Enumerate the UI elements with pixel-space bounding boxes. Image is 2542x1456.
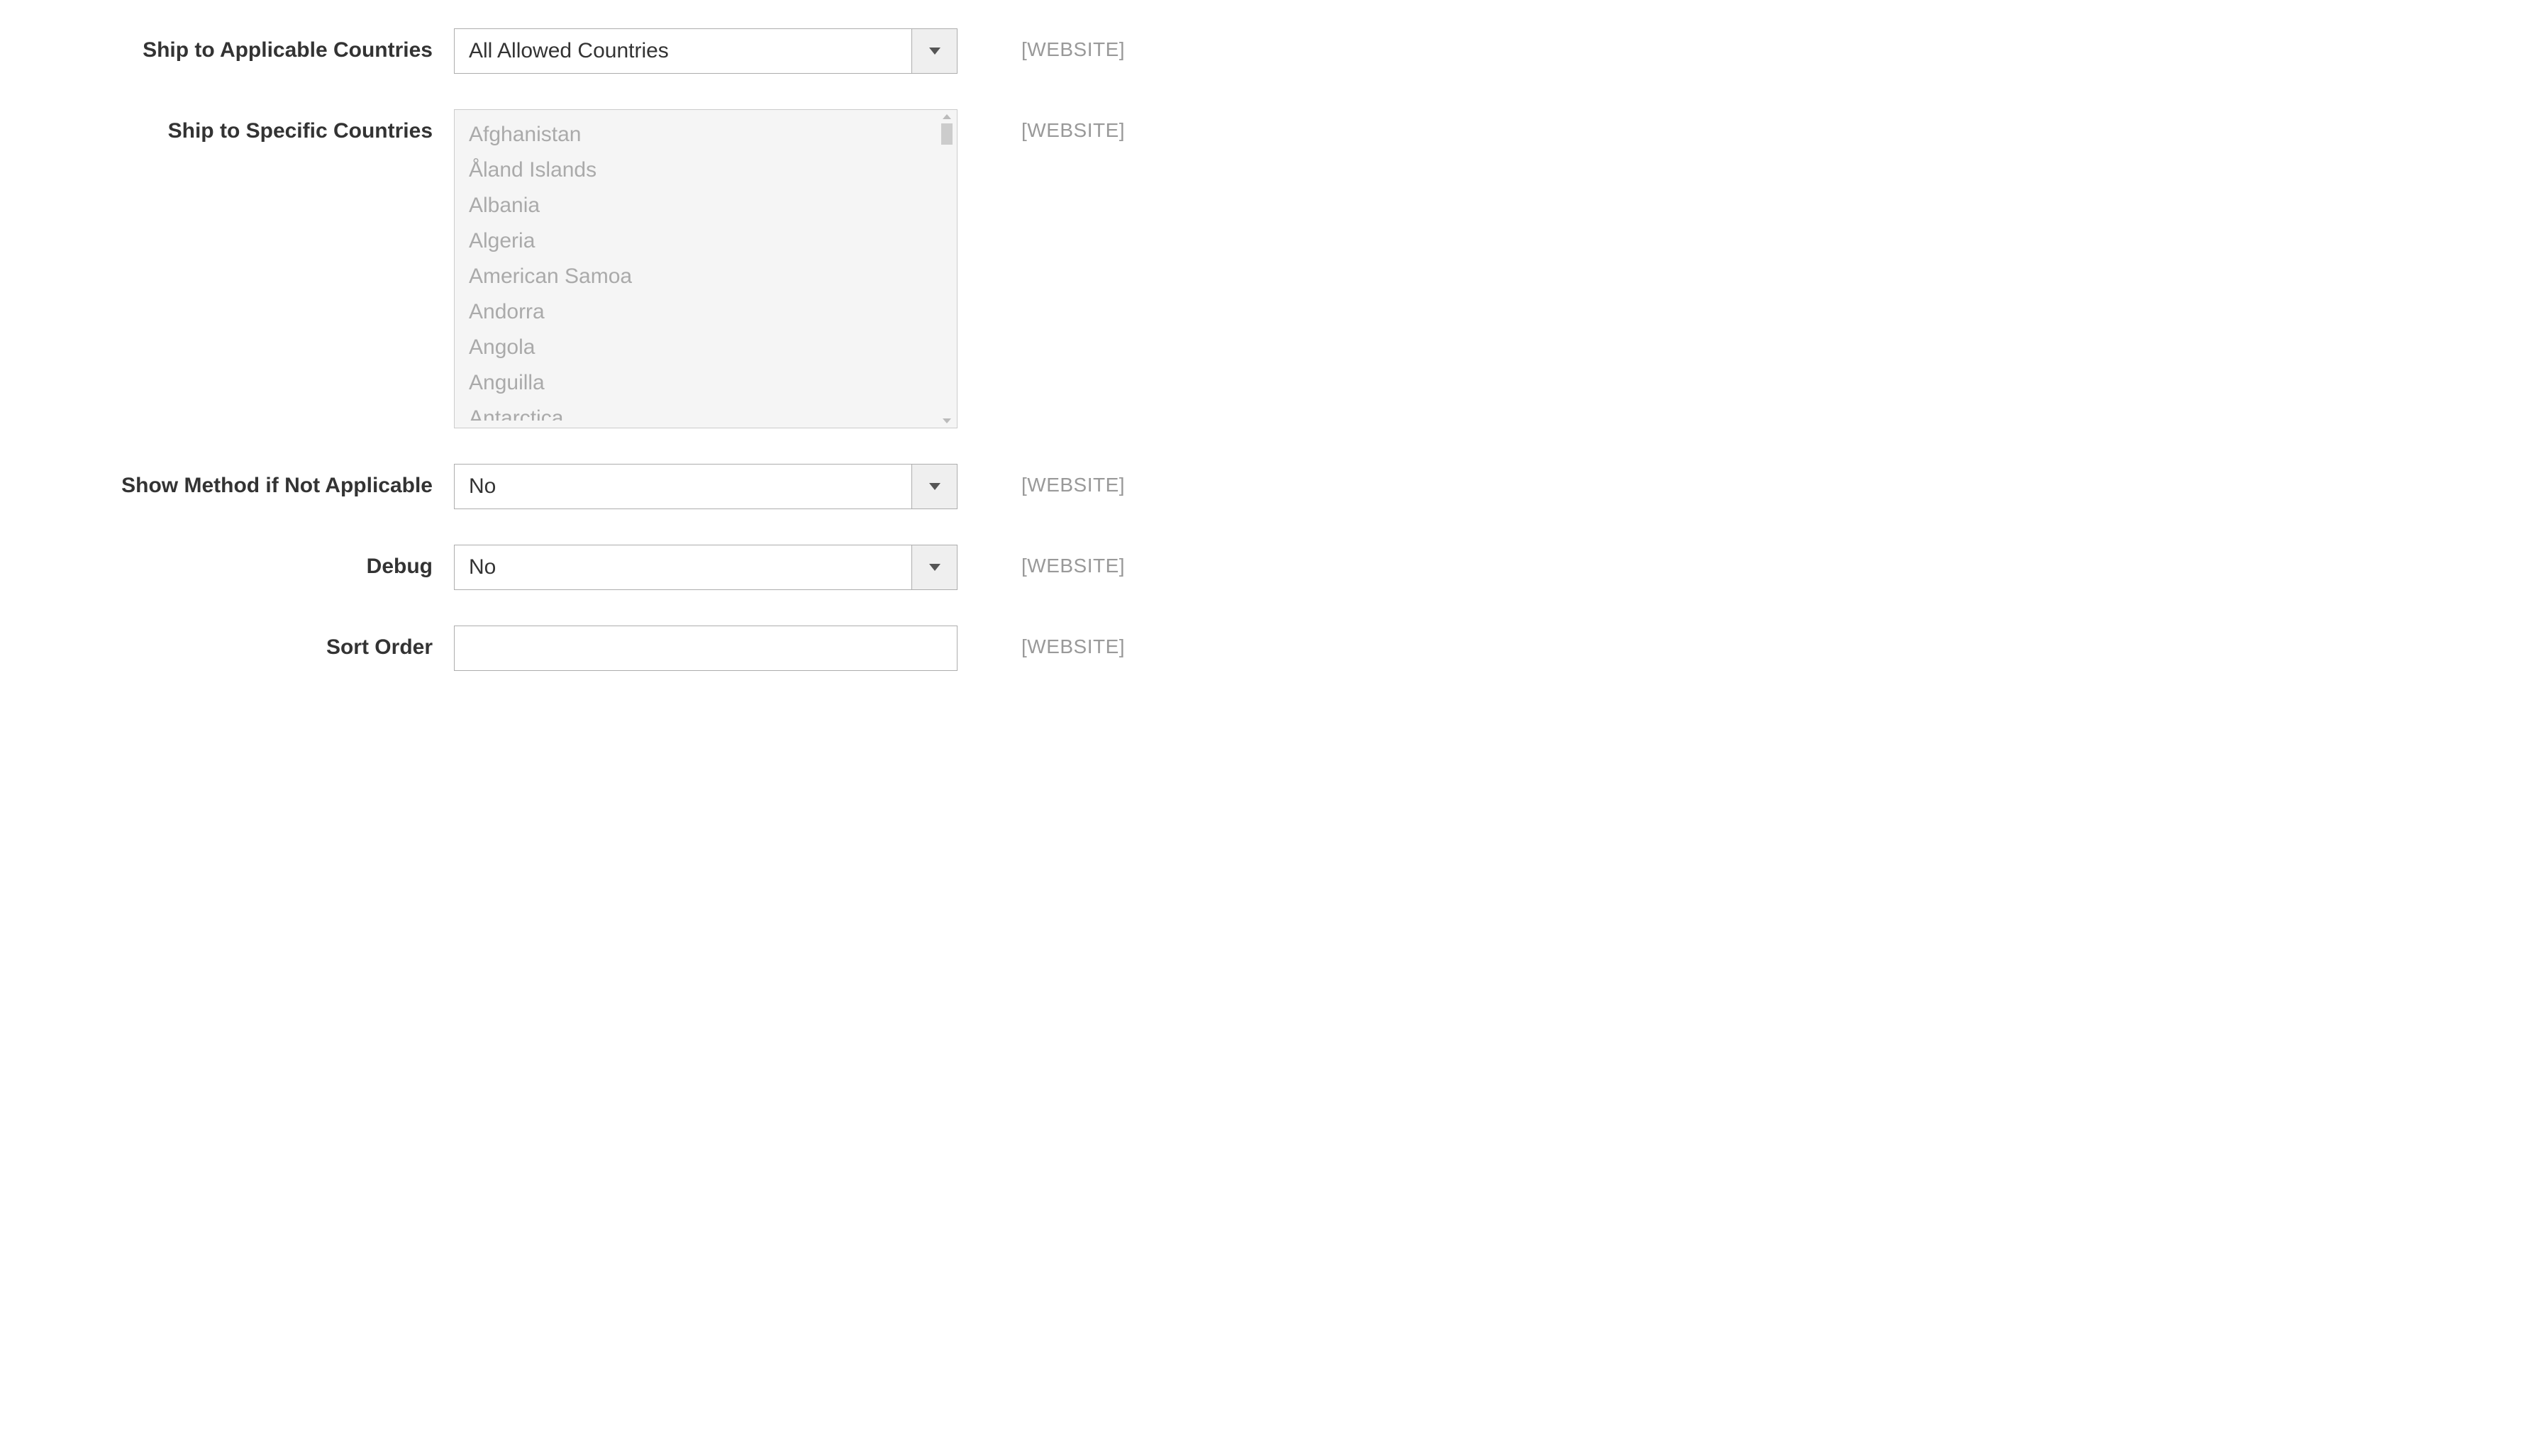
country-list: Afghanistan Åland Islands Albania Algeri…	[455, 117, 957, 421]
scope-col: [WEBSITE]	[958, 626, 1125, 658]
ship-specific-multiselect[interactable]: Afghanistan Åland Islands Albania Algeri…	[454, 109, 958, 428]
country-option[interactable]: Afghanistan	[455, 117, 957, 152]
ship-specific-label: Ship to Specific Countries	[168, 119, 433, 143]
country-option[interactable]: Algeria	[455, 223, 957, 259]
show-method-value: No	[455, 474, 911, 499]
scope-col: [WEBSITE]	[958, 545, 1125, 577]
show-method-select[interactable]: No	[454, 464, 958, 509]
input-col: No	[454, 545, 958, 590]
country-option[interactable]: Albania	[455, 188, 957, 223]
label-col: Ship to Applicable Countries	[43, 28, 454, 62]
dropdown-arrow-icon	[911, 545, 957, 589]
dropdown-arrow-icon	[911, 29, 957, 73]
show-method-scope: [WEBSITE]	[1021, 474, 1125, 496]
debug-select[interactable]: No	[454, 545, 958, 590]
scroll-down-icon	[943, 418, 951, 423]
ship-applicable-label: Ship to Applicable Countries	[143, 38, 433, 62]
label-col: Debug	[43, 545, 454, 579]
field-row-sort-order: Sort Order [WEBSITE]	[43, 626, 2499, 671]
ship-specific-scope: [WEBSITE]	[1021, 119, 1125, 141]
debug-label: Debug	[367, 555, 433, 578]
input-col: All Allowed Countries	[454, 28, 958, 74]
input-col	[454, 626, 958, 671]
country-option[interactable]: Antarctica	[455, 401, 957, 421]
ship-applicable-scope: [WEBSITE]	[1021, 38, 1125, 60]
field-row-debug: Debug No [WEBSITE]	[43, 545, 2499, 590]
show-method-label: Show Method if Not Applicable	[121, 474, 433, 497]
debug-value: No	[455, 555, 911, 579]
field-row-ship-applicable: Ship to Applicable Countries All Allowed…	[43, 28, 2499, 74]
field-row-ship-specific: Ship to Specific Countries Afghanistan Å…	[43, 109, 2499, 428]
debug-scope: [WEBSITE]	[1021, 555, 1125, 577]
field-row-show-method: Show Method if Not Applicable No [WEBSIT…	[43, 464, 2499, 509]
ship-applicable-value: All Allowed Countries	[455, 39, 911, 63]
scroll-thumb[interactable]	[941, 123, 953, 145]
country-option[interactable]: Anguilla	[455, 365, 957, 401]
country-option[interactable]: Andorra	[455, 294, 957, 330]
input-col: Afghanistan Åland Islands Albania Algeri…	[454, 109, 958, 428]
input-col: No	[454, 464, 958, 509]
scope-col: [WEBSITE]	[958, 109, 1125, 142]
sort-order-scope: [WEBSITE]	[1021, 635, 1125, 657]
dropdown-arrow-icon	[911, 465, 957, 509]
ship-applicable-select[interactable]: All Allowed Countries	[454, 28, 958, 74]
scroll-up-icon	[943, 114, 951, 119]
sort-order-label: Sort Order	[326, 635, 433, 659]
country-option[interactable]: Åland Islands	[455, 152, 957, 188]
scope-col: [WEBSITE]	[958, 28, 1125, 61]
country-option[interactable]: Angola	[455, 330, 957, 365]
scope-col: [WEBSITE]	[958, 464, 1125, 496]
country-option[interactable]: American Samoa	[455, 259, 957, 294]
label-col: Ship to Specific Countries	[43, 109, 454, 143]
label-col: Show Method if Not Applicable	[43, 464, 454, 498]
scrollbar[interactable]	[940, 114, 954, 423]
sort-order-input[interactable]	[454, 626, 958, 671]
label-col: Sort Order	[43, 626, 454, 660]
